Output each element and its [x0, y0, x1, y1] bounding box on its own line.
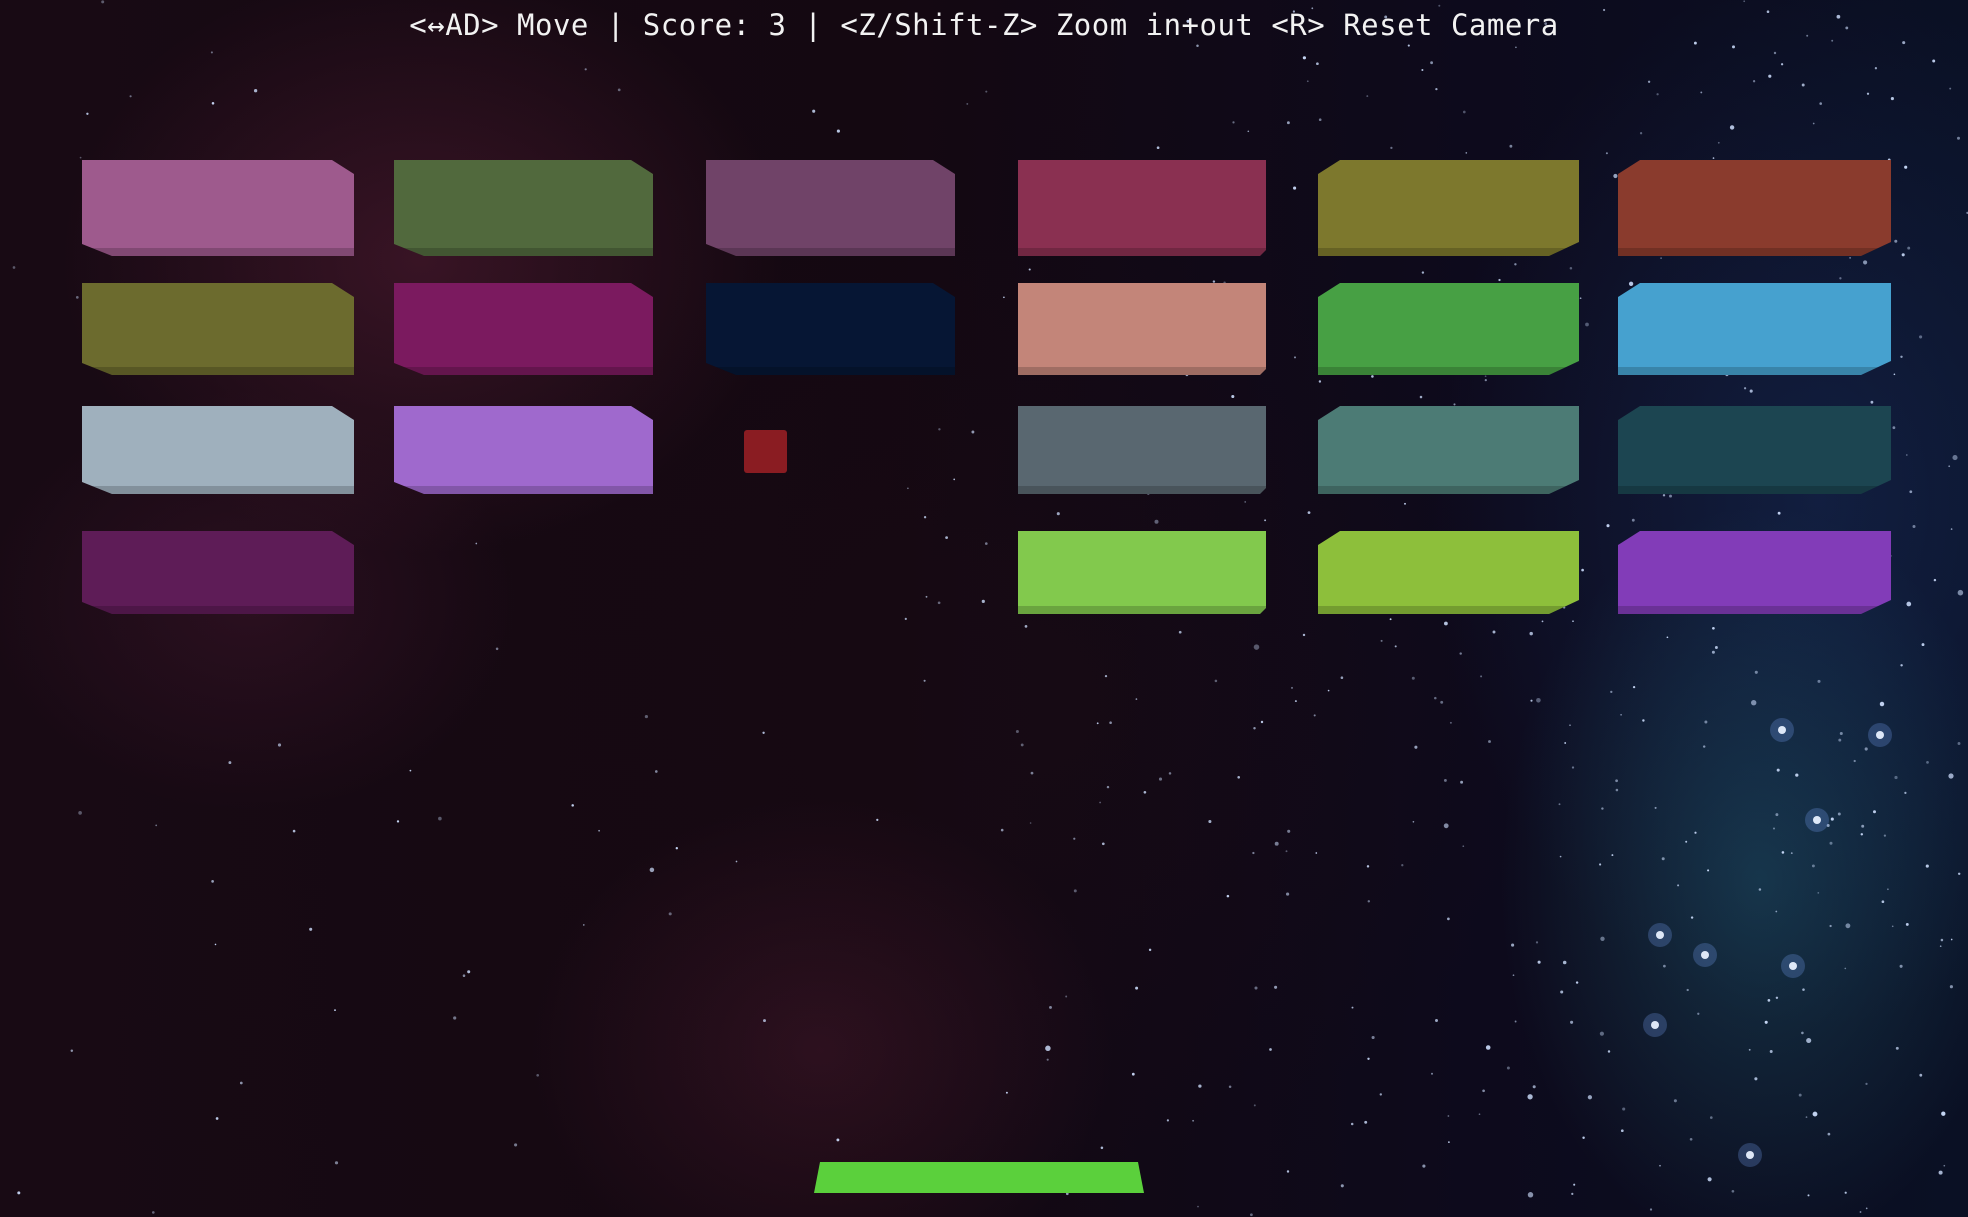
brick-r2-c1: [82, 283, 354, 375]
brick-r3-c2: [394, 406, 653, 494]
brick-r2-c4: [1018, 283, 1266, 375]
game-canvas[interactable]: <↔AD> Move | Score: 3 | <Z/Shift-Z> Zoom…: [0, 0, 1968, 1217]
brick-r3-c4: [1018, 406, 1266, 494]
brick-r1-c2: [394, 160, 653, 256]
paddle[interactable]: [814, 1162, 1144, 1193]
brick-r3-c5: [1318, 406, 1579, 494]
brick-r2-c5: [1318, 283, 1579, 375]
brick-r2-c3: [706, 283, 955, 375]
brick-r4-c6: [1618, 531, 1891, 614]
brick-r1-c4: [1018, 160, 1266, 256]
brick-r1-c6: [1618, 160, 1891, 256]
brick-r2-c2: [394, 283, 653, 375]
brick-r4-c5: [1318, 531, 1579, 614]
brick-r3-c1: [82, 406, 354, 494]
brick-r1-c5: [1318, 160, 1579, 256]
brick-r3-c6: [1618, 406, 1891, 494]
brick-r2-c6: [1618, 283, 1891, 375]
brick-r4-c1: [82, 531, 354, 614]
hud-controls-text: <↔AD> Move | Score: 3 | <Z/Shift-Z> Zoom…: [409, 8, 1559, 42]
brick-r1-c1: [82, 160, 354, 256]
ball: [744, 430, 787, 473]
brick-r4-c4: [1018, 531, 1266, 614]
brick-r1-c3: [706, 160, 955, 256]
